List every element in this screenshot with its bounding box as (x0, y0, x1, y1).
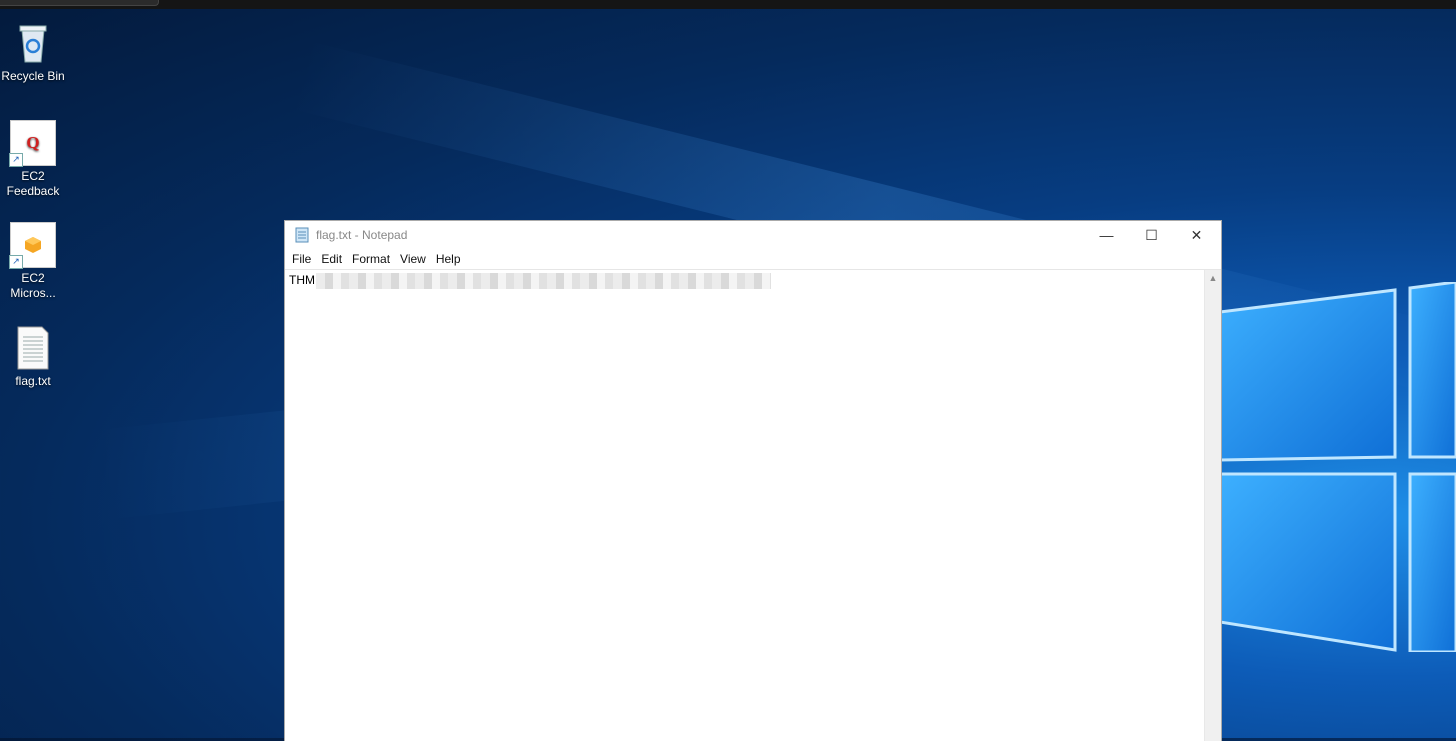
ec2-feedback-icon: Q ↗ (9, 120, 56, 167)
recycle-bin-icon (10, 20, 56, 66)
window-title: flag.txt - Notepad (316, 228, 408, 242)
notepad-titlebar[interactable]: flag.txt - Notepad — ☐ ✕ (285, 221, 1221, 249)
menu-format[interactable]: Format (347, 252, 395, 266)
notepad-window[interactable]: flag.txt - Notepad — ☐ ✕ File Edit Forma… (284, 220, 1222, 741)
maximize-button[interactable]: ☐ (1129, 221, 1174, 249)
close-button[interactable]: ✕ (1174, 221, 1219, 249)
menu-help[interactable]: Help (431, 252, 466, 266)
menu-file[interactable]: File (287, 252, 316, 266)
notepad-app-icon (295, 227, 309, 243)
desktop-icon-ec2-feedback[interactable]: Q ↗ EC2 Feedback (0, 120, 68, 199)
top-tab[interactable] (0, 0, 159, 6)
menu-view[interactable]: View (395, 252, 431, 266)
desktop-icon-ec2-microsoft[interactable]: ↗ EC2 Micros... (0, 222, 68, 301)
ec2-microsoft-icon: ↗ (9, 222, 56, 269)
windows-logo-icon (1220, 282, 1456, 652)
text-editor-area[interactable]: THM (285, 270, 1204, 741)
close-icon: ✕ (1190, 226, 1203, 243)
maximize-icon: ☐ (1145, 226, 1158, 243)
text-file-icon (10, 325, 56, 371)
vertical-scrollbar[interactable]: ▲ (1204, 270, 1221, 741)
top-bar (0, 0, 1456, 9)
desktop-icon-recycle-bin[interactable]: Recycle Bin (0, 20, 68, 84)
shortcut-arrow-icon: ↗ (9, 153, 23, 167)
scroll-up-icon[interactable]: ▲ (1205, 270, 1221, 286)
menu-edit[interactable]: Edit (316, 252, 347, 266)
redacted-text (316, 273, 771, 289)
minimize-button[interactable]: — (1084, 221, 1129, 249)
visible-text: THM (289, 273, 315, 288)
minimize-icon: — (1099, 227, 1114, 243)
menu-bar: File Edit Format View Help (285, 249, 1221, 270)
desktop-icon-flag-txt[interactable]: flag.txt (0, 325, 68, 389)
shortcut-arrow-icon: ↗ (9, 255, 23, 269)
